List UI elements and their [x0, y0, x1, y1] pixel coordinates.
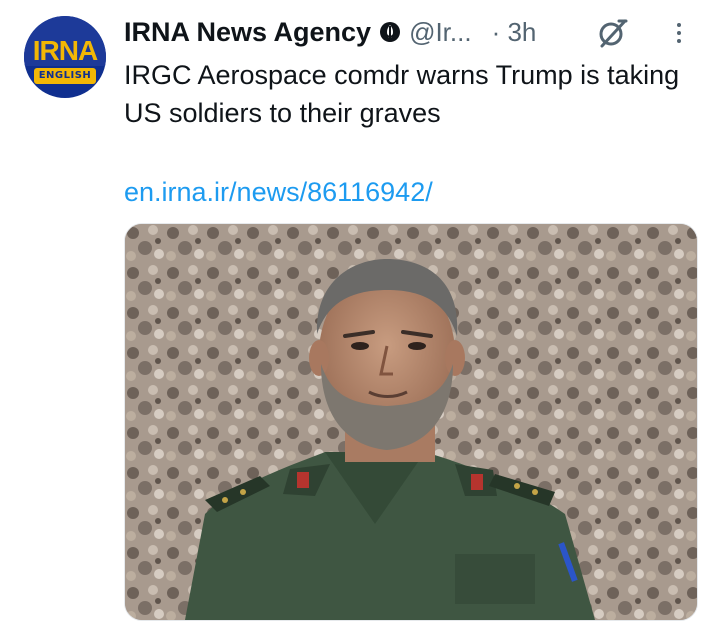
- more-options-icon[interactable]: [666, 16, 692, 50]
- avatar-logo-subtitle: ENGLISH: [34, 68, 96, 84]
- post-image[interactable]: [124, 223, 698, 621]
- more-dot: [677, 23, 681, 27]
- government-emblem-icon[interactable]: [379, 21, 401, 43]
- avatar[interactable]: IRNA ENGLISH: [24, 16, 106, 98]
- author-name[interactable]: IRNA News Agency: [124, 17, 371, 48]
- tweet-header: IRNA News Agency @Ir... · 3h: [124, 12, 536, 52]
- post-text: IRGC Aerospace comdr warns Trump is taki…: [124, 60, 680, 128]
- grok-icon[interactable]: [596, 16, 630, 50]
- tweet[interactable]: IRNA ENGLISH IRNA News Agency @Ir... · 3…: [0, 0, 719, 639]
- more-dot: [677, 31, 681, 35]
- portrait-photo: [125, 224, 697, 620]
- author-handle[interactable]: @Ir...: [409, 17, 472, 48]
- post-link[interactable]: en.irna.ir/news/86116942/: [124, 173, 433, 211]
- more-dot: [677, 39, 681, 43]
- avatar-logo-text: IRNA: [32, 35, 98, 66]
- post-time[interactable]: · 3h: [492, 17, 537, 48]
